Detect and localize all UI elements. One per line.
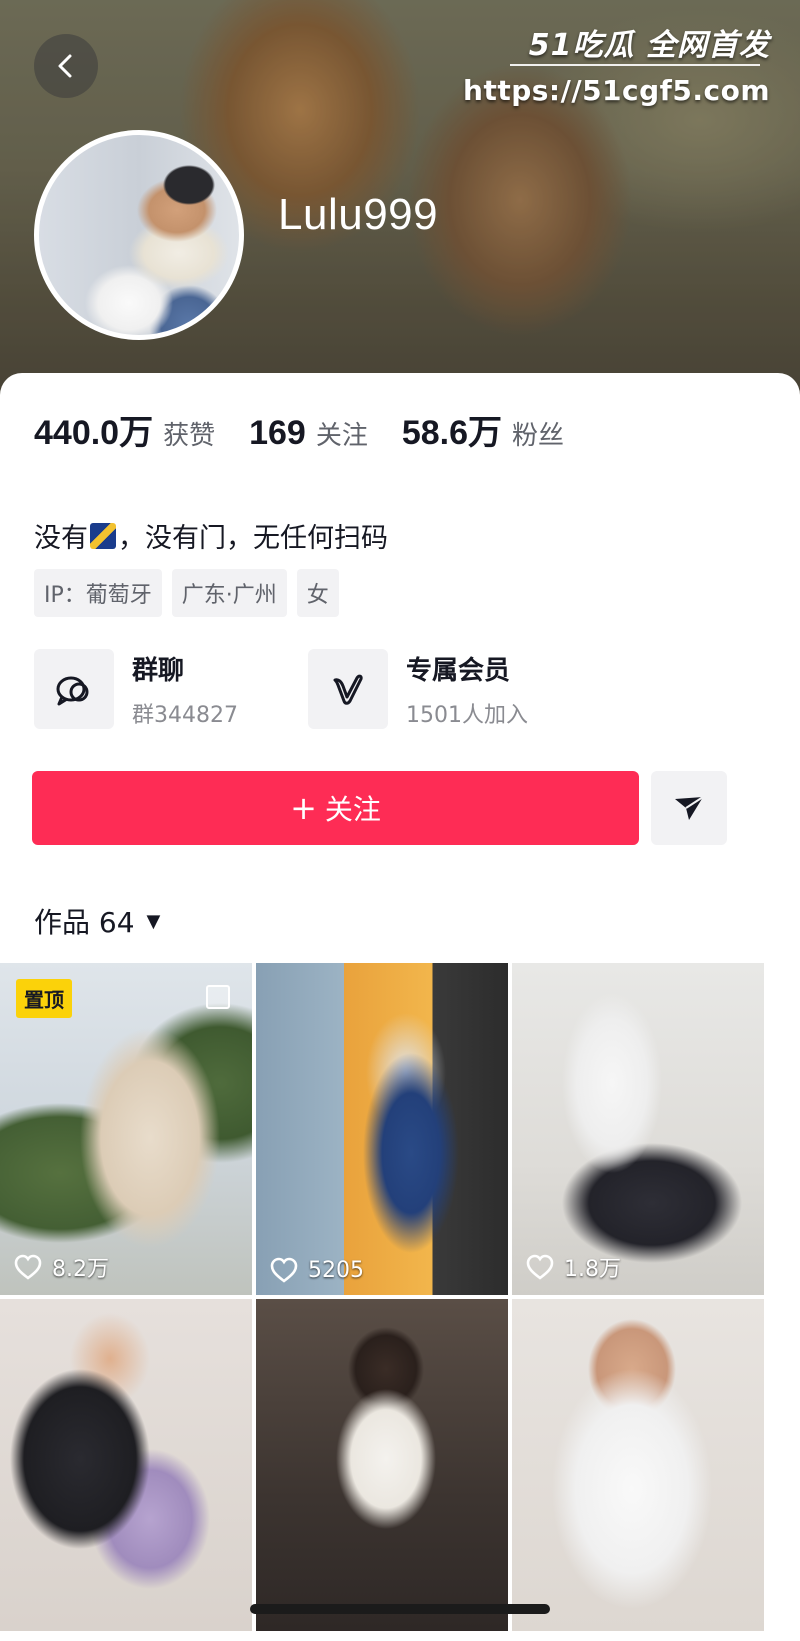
stat-likes-value: 440.0万 (34, 414, 154, 452)
stat-followers-value: 58.6万 (401, 414, 503, 452)
video-likes: 5205 (270, 1257, 364, 1283)
tag-location: 广东·广州 (171, 569, 287, 617)
watermark-brand: 51吃瓜 全网首发 (528, 28, 770, 63)
profile-sheet: 440.0万 获赞 169 关注 58.6万 粉丝 没有 ，没有门，无任何扫码 … (0, 373, 800, 1641)
video-likes-count: 1.8万 (564, 1257, 621, 1282)
membership-text: 专属会员 1501人加入 (406, 650, 528, 729)
back-button[interactable] (34, 34, 98, 98)
share-button[interactable] (651, 771, 727, 845)
profile-page: 51吃瓜 全网首发 https://51cgf5.com Lulu999 440… (0, 0, 800, 1641)
home-indicator (250, 1604, 550, 1614)
video-tile[interactable]: 5205 (256, 963, 508, 1295)
group-chat-text: 群聊 群344827 (132, 650, 238, 729)
group-chat-icon-box (34, 649, 114, 729)
video-likes-count: 5205 (308, 1257, 364, 1283)
stat-following[interactable]: 169 关注 (249, 414, 368, 453)
works-label: 作品 64 (34, 906, 135, 939)
video-tile[interactable]: 置顶 8.2万 (0, 963, 252, 1295)
heart-icon (14, 1254, 42, 1280)
tag-ip: IP：葡萄牙 (34, 569, 162, 617)
group-chat-id: 群344827 (132, 702, 238, 728)
bio-before: 没有 (34, 523, 88, 554)
stats-row: 440.0万 获赞 169 关注 58.6万 粉丝 (34, 405, 598, 454)
chat-bubbles-icon (56, 676, 89, 706)
stat-likes-label: 获赞 (163, 421, 216, 451)
send-arrow-icon (675, 796, 704, 820)
bio-text: 没有 ，没有门，无任何扫码 (34, 516, 388, 555)
profile-tags: IP：葡萄牙 广东·广州 女 (34, 569, 349, 617)
caret-down-icon: ▼ (146, 910, 161, 932)
heart-icon (270, 1257, 298, 1283)
bio-after: ，没有门，无任何扫码 (118, 523, 388, 554)
video-tile[interactable] (512, 1299, 764, 1631)
watermark-url: https://51cgf5.com (463, 74, 770, 107)
v-badge-icon (333, 674, 363, 705)
flag-emoji-icon (90, 522, 116, 549)
works-tab[interactable]: 作品 64 ▼ (34, 901, 160, 941)
heart-icon (526, 1254, 554, 1280)
follow-button[interactable]: + 关注 (32, 771, 639, 845)
video-likes: 1.8万 (526, 1251, 621, 1283)
membership-count: 1501人加入 (406, 702, 528, 728)
stat-following-value: 169 (249, 414, 306, 452)
stat-likes[interactable]: 440.0万 获赞 (34, 405, 215, 454)
select-checkbox[interactable] (206, 985, 230, 1009)
membership-entry[interactable]: 专属会员 1501人加入 (308, 649, 528, 729)
group-chat-title: 群聊 (132, 655, 185, 686)
membership-icon-box (308, 649, 388, 729)
video-tile[interactable] (256, 1299, 508, 1631)
follow-button-label: 关注 (324, 793, 381, 826)
video-tile[interactable] (0, 1299, 252, 1631)
username: Lulu999 (278, 190, 439, 239)
watermark: 51吃瓜 全网首发 https://51cgf5.com (463, 20, 770, 107)
membership-title: 专属会员 (406, 655, 511, 686)
pinned-badge: 置顶 (16, 979, 72, 1018)
video-likes-count: 8.2万 (52, 1257, 109, 1282)
stat-followers-label: 粉丝 (512, 421, 565, 451)
group-chat-entry[interactable]: 群聊 群344827 (34, 649, 238, 729)
chevron-left-icon (58, 54, 72, 78)
plus-icon: + (290, 789, 317, 827)
stat-following-label: 关注 (315, 421, 368, 451)
stat-followers[interactable]: 58.6万 粉丝 (402, 405, 564, 454)
avatar[interactable] (34, 130, 244, 340)
tag-gender: 女 (296, 569, 339, 617)
video-likes: 8.2万 (14, 1251, 109, 1283)
video-tile[interactable]: 1.8万 (512, 963, 764, 1295)
